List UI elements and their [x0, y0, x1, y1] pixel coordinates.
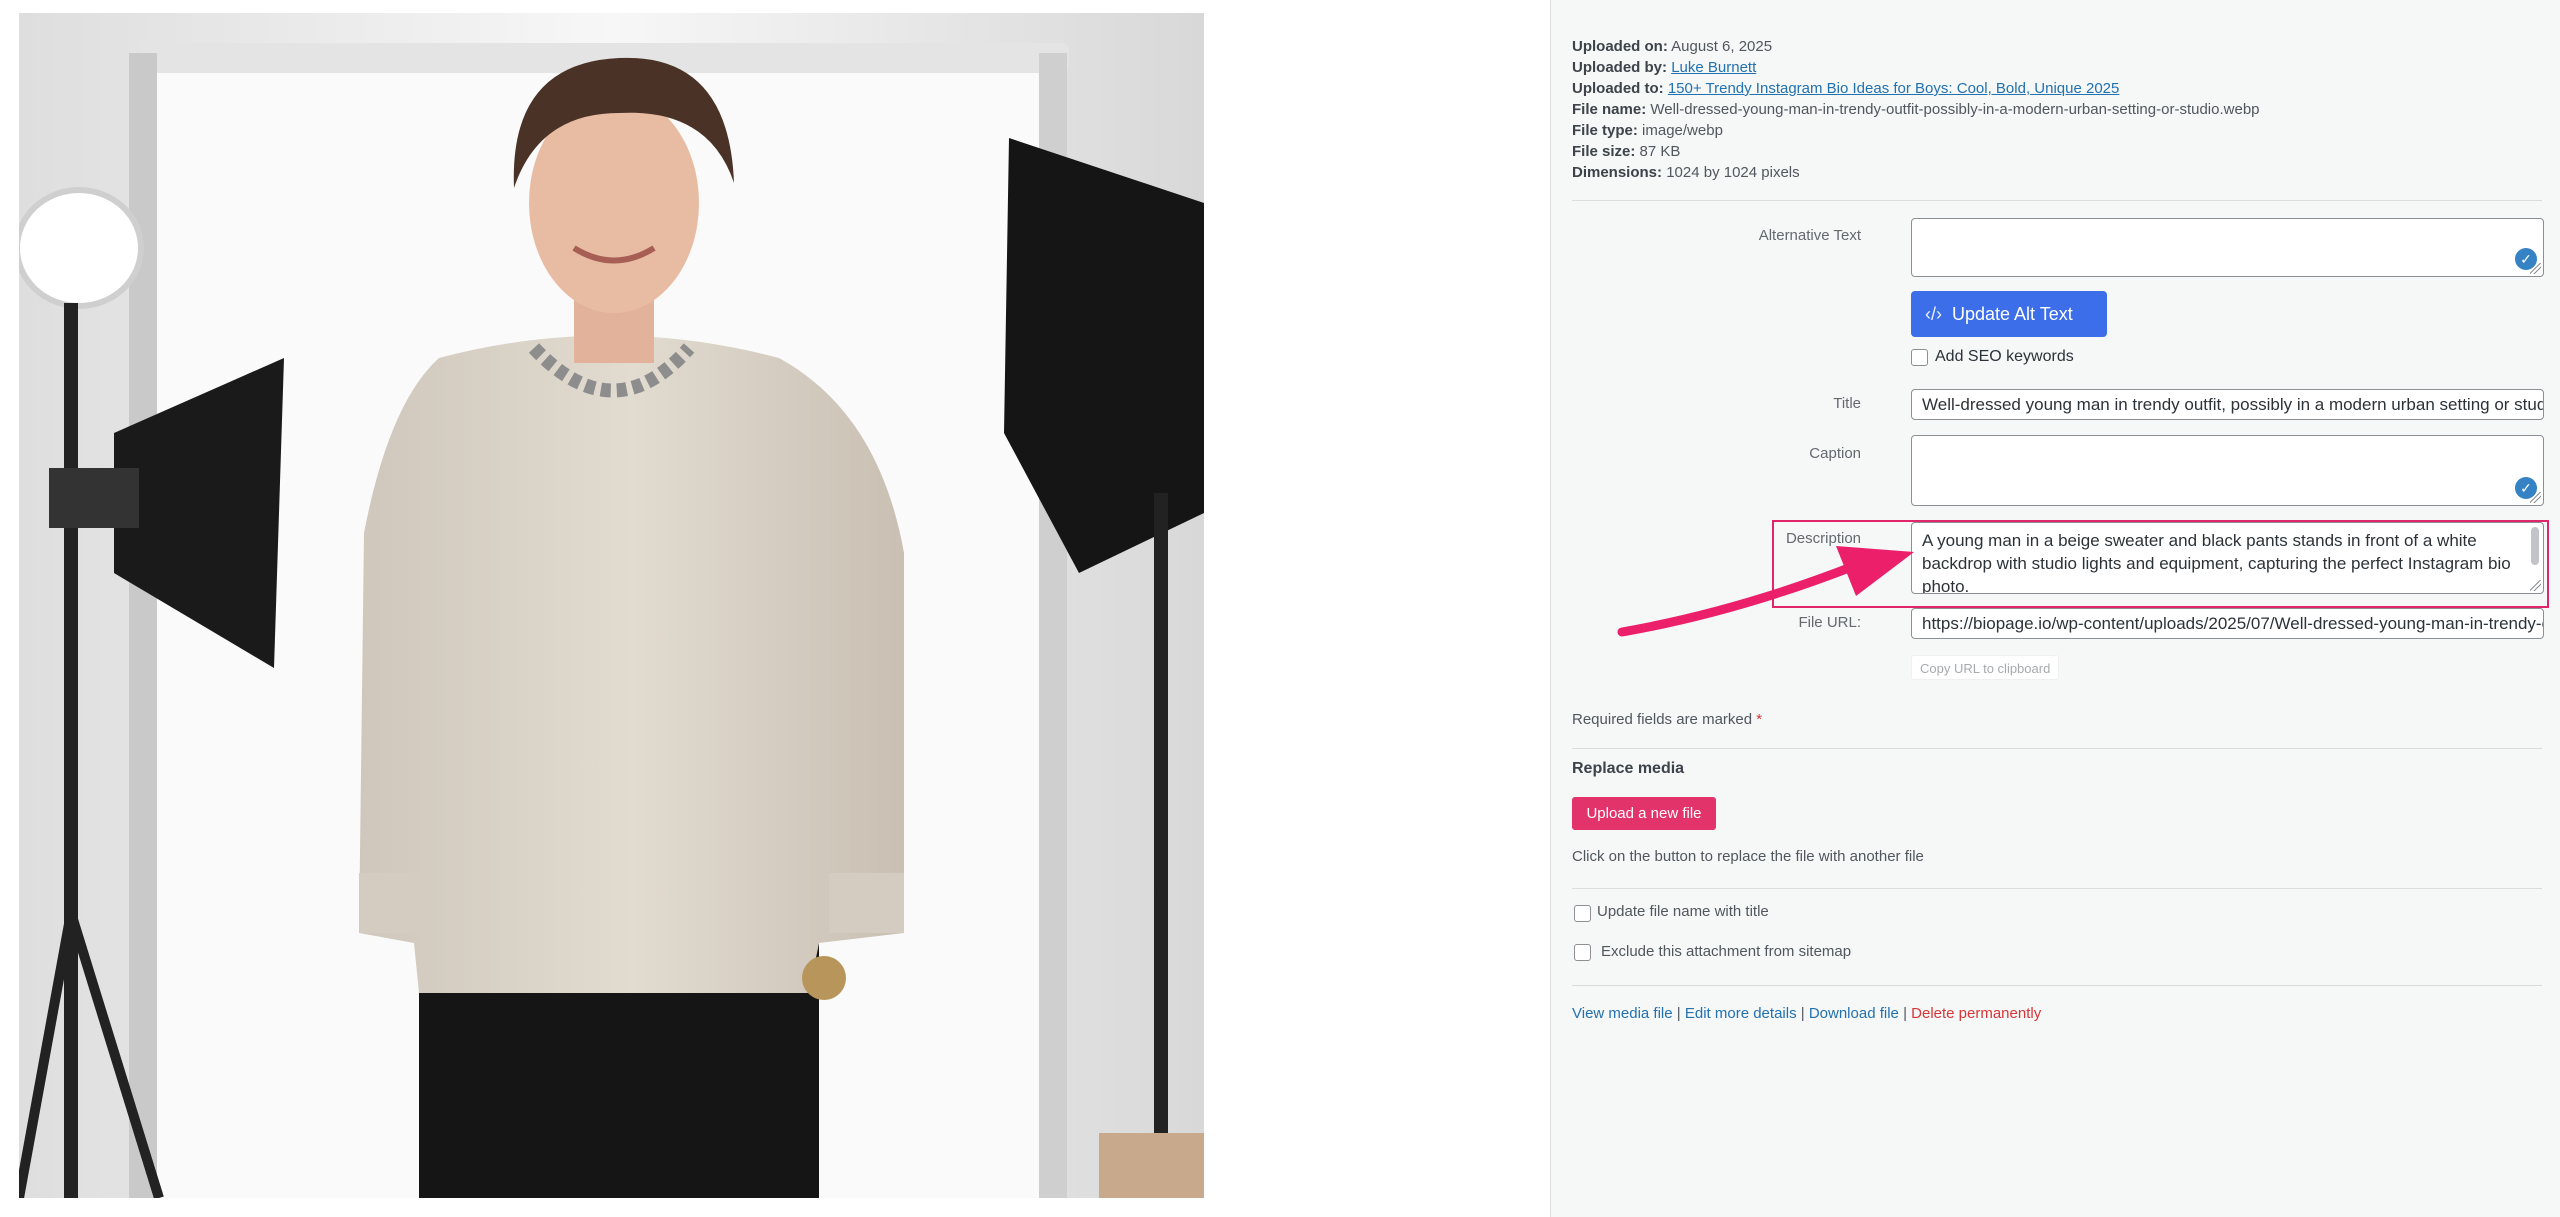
- update-file-name-checkbox[interactable]: [1574, 905, 1591, 922]
- file-name-row: File name: Well-dressed-young-man-in-tre…: [1572, 101, 2260, 118]
- file-size-value: 87 KB: [1639, 143, 1681, 160]
- caption-label: Caption: [1809, 445, 1861, 462]
- file-url-input[interactable]: https://biopage.io/wp-content/uploads/20…: [1911, 608, 2544, 639]
- uploaded-to-link[interactable]: 150+ Trendy Instagram Bio Ideas for Boys…: [1668, 80, 2120, 97]
- edit-more-details-link[interactable]: Edit more details: [1685, 1005, 1797, 1022]
- required-note: Required fields are marked *: [1572, 711, 1763, 728]
- uploader-link[interactable]: Luke Burnett: [1671, 59, 1756, 76]
- resize-handle-icon[interactable]: [2530, 492, 2541, 503]
- title-label: Title: [1833, 395, 1861, 412]
- resize-handle-icon[interactable]: [2530, 580, 2541, 591]
- code-icon: ‹/›: [1925, 303, 1942, 324]
- replace-help-text: Click on the button to replace the file …: [1572, 848, 1924, 865]
- view-media-file-link[interactable]: View media file: [1572, 1005, 1673, 1022]
- upload-new-file-button[interactable]: Upload a new file: [1572, 797, 1716, 830]
- required-star: *: [1756, 711, 1763, 728]
- exclude-sitemap-label: Exclude this attachment from sitemap: [1601, 943, 1852, 960]
- divider: [1572, 748, 2542, 749]
- delete-permanently-link[interactable]: Delete permanently: [1911, 1005, 2041, 1022]
- seo-keywords-label: Add SEO keywords: [1935, 348, 2074, 365]
- alt-text-label: Alternative Text: [1758, 227, 1861, 244]
- attachment-details-panel: Uploaded on: August 6, 2025 Uploaded by:…: [1550, 0, 2560, 1217]
- download-file-link[interactable]: Download file: [1809, 1005, 1899, 1022]
- image-preview-pane: [0, 0, 1550, 1217]
- divider: [1572, 985, 2542, 986]
- title-input[interactable]: Well-dressed young man in trendy outfit,…: [1911, 389, 2544, 420]
- update-alt-text-button[interactable]: ‹/› Update Alt Text: [1911, 291, 2107, 337]
- update-file-name-label: Update file name with title: [1597, 903, 1769, 920]
- file-type-value: image/webp: [1642, 122, 1723, 139]
- caption-field[interactable]: ✓: [1911, 435, 2544, 506]
- uploaded-on-value: August 6, 2025: [1671, 38, 1773, 55]
- file-name-value: Well-dressed-young-man-in-trendy-outfit-…: [1650, 101, 2260, 118]
- attachment-actions: View media file | Edit more details | Do…: [1572, 1005, 2042, 1022]
- seo-keywords-checkbox[interactable]: [1911, 349, 1928, 366]
- description-field[interactable]: A young man in a beige sweater and black…: [1911, 522, 2544, 594]
- divider: [1572, 200, 2542, 201]
- alt-text-field[interactable]: ✓: [1911, 218, 2544, 277]
- dimensions-value: 1024 by 1024 pixels: [1666, 164, 1800, 181]
- replace-media-heading: Replace media: [1572, 760, 1685, 777]
- attachment-image: [19, 13, 1204, 1198]
- file-meta: Uploaded on: August 6, 2025 Uploaded by:…: [1572, 36, 2260, 183]
- media-attachment-modal: Uploaded on: August 6, 2025 Uploaded by:…: [0, 0, 2560, 1217]
- uploaded-by-row: Uploaded by: Luke Burnett: [1572, 59, 1757, 76]
- exclude-sitemap-checkbox[interactable]: [1574, 944, 1591, 961]
- resize-handle-icon[interactable]: [2530, 263, 2541, 274]
- scrollbar-thumb[interactable]: [2531, 527, 2539, 565]
- uploaded-on-row: Uploaded on: August 6, 2025: [1572, 38, 1773, 55]
- uploaded-to-row: Uploaded to: 150+ Trendy Instagram Bio I…: [1572, 80, 2120, 97]
- divider: [1572, 888, 2542, 889]
- file-type-row: File type: image/webp: [1572, 122, 1723, 139]
- file-size-row: File size: 87 KB: [1572, 143, 1681, 160]
- dimensions-row: Dimensions: 1024 by 1024 pixels: [1572, 164, 1800, 181]
- copy-url-button[interactable]: Copy URL to clipboard: [1911, 655, 2060, 680]
- file-url-label: File URL:: [1798, 614, 1861, 631]
